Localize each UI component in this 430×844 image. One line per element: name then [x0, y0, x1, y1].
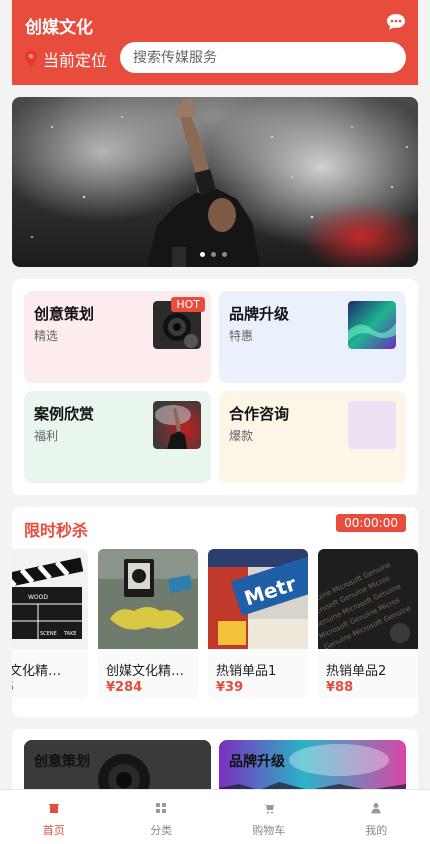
tab-label: 首页: [42, 824, 65, 837]
sticker-art-image: [98, 549, 198, 649]
location-pin-icon: [25, 50, 37, 68]
tile-title: 合作咨询: [229, 405, 290, 423]
tile-subtitle: 特惠: [229, 329, 254, 343]
carousel-indicator: [200, 252, 227, 257]
app-title: 创媒文化: [25, 18, 93, 38]
showcase-label: 品牌升级: [229, 754, 285, 770]
category-tile-cooperation[interactable]: 合作咨询 爆款: [219, 391, 406, 483]
aurora-thumbnail: [348, 301, 396, 349]
product-name: 创媒文化精…: [106, 664, 185, 679]
newspapers-image: Metr: [208, 549, 308, 649]
countdown-timer: 00:00:00: [336, 514, 406, 532]
tab-label: 分类: [150, 824, 173, 837]
search-input[interactable]: [133, 49, 393, 66]
tile-subtitle: 爆款: [229, 429, 254, 443]
tab-label: 我的: [365, 824, 388, 837]
cart-icon: [263, 804, 274, 814]
tile-title: 品牌升级: [229, 305, 290, 323]
category-tile-brand-upgrade[interactable]: 品牌升级 特惠: [219, 291, 406, 383]
category-showcase: 创意策划 品牌升级: [12, 729, 418, 789]
showcase-tile-brand-upgrade[interactable]: 品牌升级: [219, 740, 406, 789]
location-label: 当前定位: [43, 51, 108, 70]
product-price: ¥39: [216, 680, 244, 695]
grid-icon: [156, 803, 167, 813]
message-icon[interactable]: [386, 13, 406, 31]
concert-singer-image: [31, 97, 408, 267]
flash-sale-section: 限时秒杀 00:00:00 WOOD SCENE TAKE 媒文化精… 35: [12, 507, 418, 717]
product-price: ¥284: [106, 680, 143, 695]
showcase-label: 创意策划: [34, 754, 90, 770]
product-name: 热销单品1: [216, 664, 277, 679]
hot-badge: HOT: [171, 297, 205, 312]
svg-text:WOOD: WOOD: [28, 594, 48, 601]
user-icon: [371, 803, 381, 814]
tab-cart[interactable]: 购物车: [215, 790, 323, 844]
clapperboard-image: WOOD SCENE TAKE: [12, 549, 88, 649]
tile-title: 创意策划: [34, 305, 95, 323]
carousel-dot[interactable]: [222, 252, 227, 257]
product-name: 媒文化精…: [12, 664, 62, 679]
product-card[interactable]: 创媒文化精… ¥284: [98, 549, 198, 699]
product-price: 35: [12, 680, 14, 695]
carousel-dot[interactable]: [211, 252, 216, 257]
tab-label: 购物车: [252, 824, 286, 837]
product-card[interactable]: WOOD SCENE TAKE 媒文化精… 35: [12, 549, 88, 699]
product-card[interactable]: Genuine Microsoft Genuine Microsoft Genu…: [318, 549, 418, 699]
tab-profile[interactable]: 我的: [323, 790, 430, 844]
concert-thumbnail: [153, 401, 201, 449]
category-grid: 创意策划 精选 HOT 品牌升级 特惠 案例欣赏 福利 合作咨询 爆款: [12, 279, 418, 495]
tile-title: 案例欣赏: [34, 405, 95, 423]
svg-text:TAKE: TAKE: [63, 631, 77, 637]
home-icon: [48, 804, 59, 813]
showcase-tile-creative-planning[interactable]: 创意策划: [24, 740, 211, 789]
bottom-tab-bar: 首页 分类 购物车 我的: [0, 789, 430, 844]
tab-home[interactable]: 首页: [0, 790, 108, 844]
product-price: ¥88: [326, 680, 354, 695]
placeholder-thumbnail: [348, 401, 396, 449]
product-name: 热销单品2: [326, 664, 387, 679]
product-card[interactable]: Metr 热销单品1 ¥39: [208, 549, 308, 699]
category-tile-creative-planning[interactable]: 创意策划 精选 HOT: [24, 291, 211, 383]
carousel-dot[interactable]: [200, 252, 205, 257]
svg-text:SCENE: SCENE: [40, 631, 57, 637]
banner-carousel[interactable]: [12, 97, 418, 267]
flash-sale-title: 限时秒杀: [24, 521, 89, 540]
tab-category[interactable]: 分类: [108, 790, 216, 844]
tile-subtitle: 精选: [34, 329, 59, 343]
search-box[interactable]: [120, 42, 406, 73]
software-box-image: Genuine Microsoft Genuine Microsoft Genu…: [318, 549, 418, 649]
tile-subtitle: 福利: [34, 429, 59, 443]
category-tile-case-showcase[interactable]: 案例欣赏 福利: [24, 391, 211, 483]
location-selector[interactable]: 当前定位: [24, 47, 107, 71]
header-bar: 创媒文化 当前定位: [12, 0, 418, 85]
